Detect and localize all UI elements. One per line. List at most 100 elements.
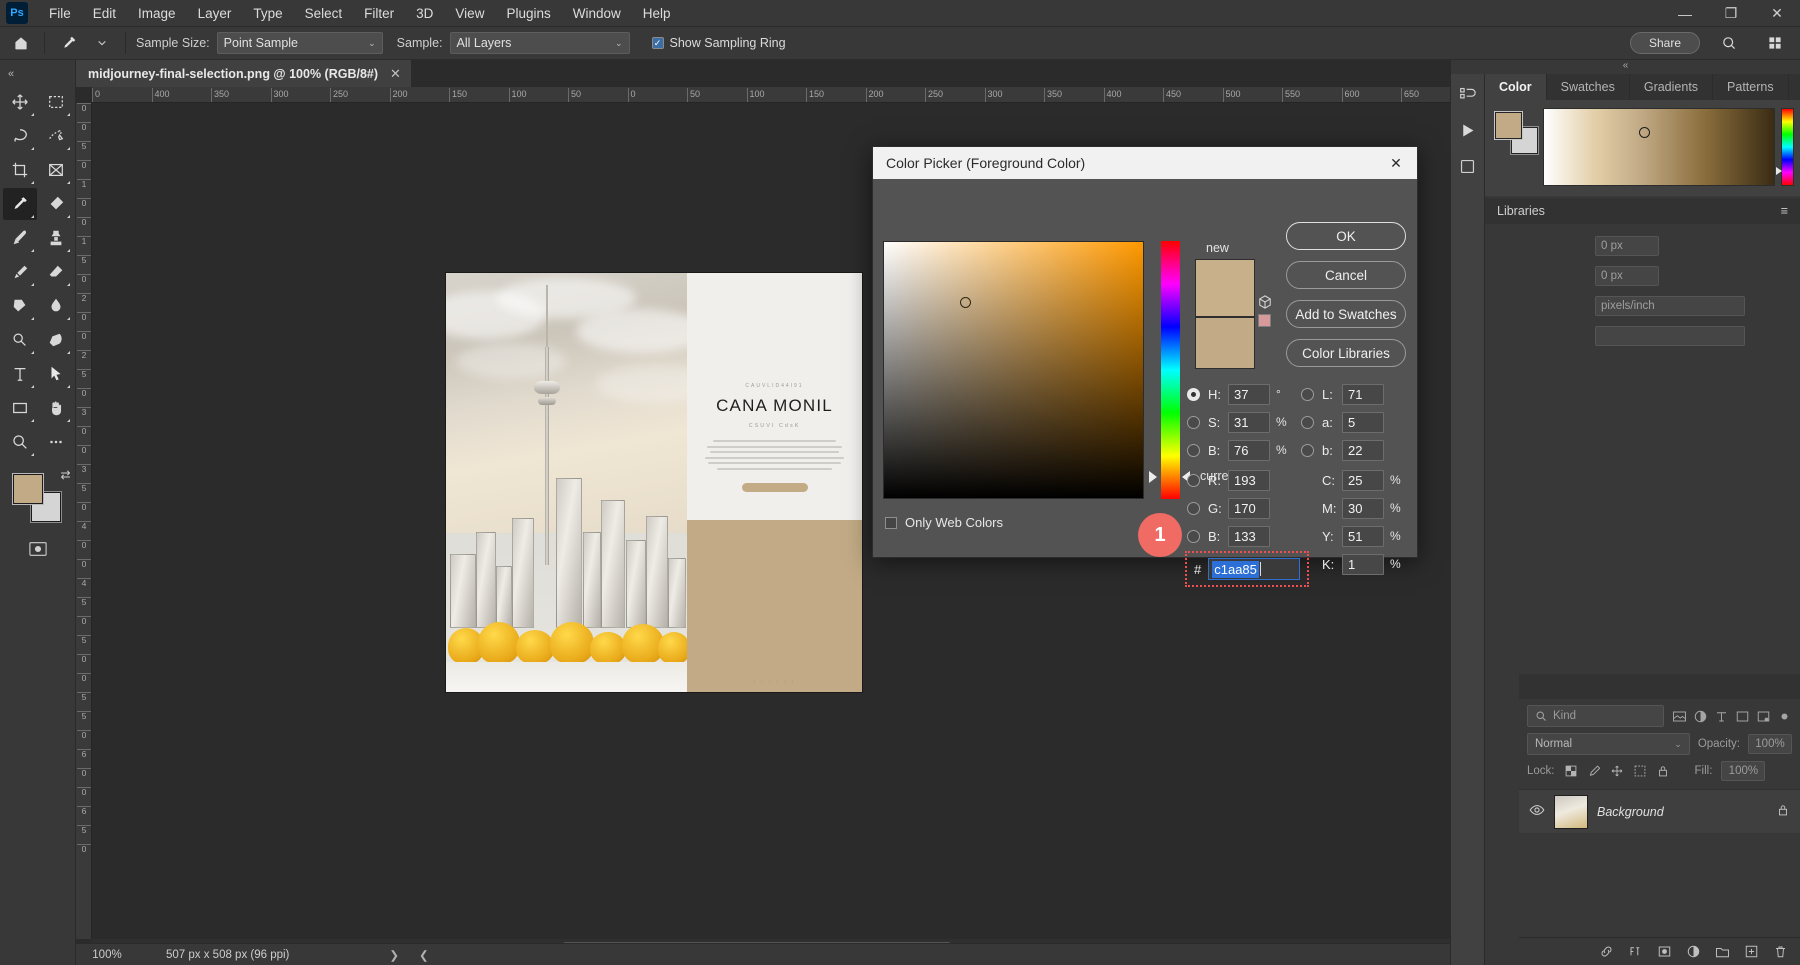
dodge-tool[interactable] xyxy=(3,324,37,356)
menu-edit[interactable]: Edit xyxy=(82,2,127,25)
tab-patterns[interactable]: Patterns xyxy=(1713,74,1789,100)
hue-slider-handle-left-icon[interactable] xyxy=(1149,471,1157,483)
close-icon[interactable]: ✕ xyxy=(390,66,401,82)
status-prev-icon[interactable]: ❮ xyxy=(409,948,439,962)
menu-select[interactable]: Select xyxy=(294,2,354,25)
new-adjustment-layer-icon[interactable] xyxy=(1686,944,1701,959)
dialog-titlebar[interactable]: Color Picker (Foreground Color) ✕ xyxy=(873,147,1417,179)
input-s[interactable]: 31 xyxy=(1228,412,1270,433)
input-a[interactable]: 5 xyxy=(1342,412,1384,433)
lock-position-icon[interactable] xyxy=(1610,764,1624,778)
fill-value[interactable]: 100% xyxy=(1721,761,1765,781)
property-value[interactable]: 0 px xyxy=(1595,266,1659,286)
radio-b-brightness[interactable] xyxy=(1187,444,1200,457)
hex-input[interactable]: c1aa85 xyxy=(1208,558,1300,580)
libraries-rail-icon[interactable] xyxy=(1455,154,1481,178)
rectangle-tool[interactable] xyxy=(3,392,37,424)
tab-swatches[interactable]: Swatches xyxy=(1547,74,1630,100)
current-color-swatch[interactable] xyxy=(1195,317,1255,369)
more-tools-icon[interactable] xyxy=(39,426,73,458)
input-y[interactable]: 51 xyxy=(1342,526,1384,547)
eraser-tool[interactable] xyxy=(39,256,73,288)
tab-color[interactable]: Color xyxy=(1485,74,1547,100)
actions-play-icon[interactable] xyxy=(1455,118,1481,142)
input-r[interactable]: 193 xyxy=(1228,470,1270,491)
input-c[interactable]: 25 xyxy=(1342,470,1384,491)
link-layers-icon[interactable] xyxy=(1599,944,1614,959)
lock-artboard-icon[interactable] xyxy=(1633,764,1647,778)
ruler-vertical[interactable]: 0050100150200250300350400450500550600650 xyxy=(76,103,92,939)
lasso-tool[interactable] xyxy=(3,120,37,152)
share-button[interactable]: Share xyxy=(1630,32,1700,54)
color-ramp[interactable] xyxy=(1543,108,1775,186)
menu-image[interactable]: Image xyxy=(127,2,187,25)
gradient-tool[interactable] xyxy=(3,290,37,322)
radio-h[interactable] xyxy=(1187,388,1200,401)
swap-colors-icon[interactable]: ⇄ xyxy=(60,468,70,482)
tab-gradients[interactable]: Gradients xyxy=(1630,74,1713,100)
layer-filter-kind[interactable]: Kind xyxy=(1527,705,1664,727)
lock-image-pixels-icon[interactable] xyxy=(1587,764,1601,778)
input-l[interactable]: 71 xyxy=(1342,384,1384,405)
status-expand-icon[interactable]: ❯ xyxy=(379,948,409,962)
menu-type[interactable]: Type xyxy=(242,2,293,25)
input-h[interactable]: 37 xyxy=(1228,384,1270,405)
new-group-icon[interactable] xyxy=(1715,944,1730,959)
history-brush-tool[interactable] xyxy=(3,256,37,288)
input-m[interactable]: 30 xyxy=(1342,498,1384,519)
menu-layer[interactable]: Layer xyxy=(187,2,243,25)
input-g[interactable]: 170 xyxy=(1228,498,1270,519)
table-row[interactable]: Background xyxy=(1519,789,1800,833)
radio-l[interactable] xyxy=(1301,388,1314,401)
sample-select[interactable]: All Layers ⌄ xyxy=(450,32,630,54)
menu-3d[interactable]: 3D xyxy=(405,2,444,25)
sv-field-cursor[interactable] xyxy=(960,297,971,308)
hue-slider[interactable] xyxy=(1161,241,1180,499)
input-k[interactable]: 1 xyxy=(1342,554,1384,575)
close-icon[interactable]: ✕ xyxy=(1381,148,1411,178)
menu-plugins[interactable]: Plugins xyxy=(495,2,561,25)
hue-strip-panel[interactable] xyxy=(1781,108,1794,186)
workspace-grid-icon[interactable] xyxy=(1758,29,1792,57)
panel-collapse-icon[interactable]: « xyxy=(1451,60,1800,74)
ok-button[interactable]: OK xyxy=(1286,222,1406,250)
layer-visibility-icon[interactable] xyxy=(1529,802,1545,821)
input-b-blue[interactable]: 133 xyxy=(1228,526,1270,547)
input-b-lab[interactable]: 22 xyxy=(1342,440,1384,461)
eyedropper-tool[interactable] xyxy=(3,188,37,220)
pen-tool[interactable] xyxy=(39,324,73,356)
sample-size-select[interactable]: Point Sample ⌄ xyxy=(217,32,383,54)
radio-b-lab[interactable] xyxy=(1301,444,1314,457)
document-tab[interactable]: midjourney-final-selection.png @ 100% (R… xyxy=(76,60,412,87)
panel-foreground-swatch[interactable] xyxy=(1495,112,1522,139)
radio-a[interactable] xyxy=(1301,416,1314,429)
only-web-colors-checkbox[interactable]: Only Web Colors xyxy=(885,515,1003,530)
move-tool[interactable] xyxy=(3,86,37,118)
minimize-icon[interactable]: — xyxy=(1662,0,1708,27)
web-safe-warning-swatch[interactable] xyxy=(1258,314,1271,327)
radio-r[interactable] xyxy=(1187,474,1200,487)
input-b-brightness[interactable]: 76 xyxy=(1228,440,1270,461)
color-picker-dialog[interactable]: Color Picker (Foreground Color) ✕ Only W… xyxy=(872,146,1418,558)
foreground-color-swatch[interactable] xyxy=(13,474,43,504)
property-value-empty[interactable] xyxy=(1595,326,1745,346)
close-icon[interactable]: ✕ xyxy=(1754,0,1800,27)
blur-tool[interactable] xyxy=(39,290,73,322)
poster-artwork[interactable]: CAUVLID44I91 CANA MONIL CSUVI CdsK xyxy=(446,273,862,692)
frame-tool[interactable] xyxy=(39,154,73,186)
eyedropper-icon[interactable] xyxy=(51,29,85,57)
type-tool[interactable] xyxy=(3,358,37,390)
layer-name[interactable]: Background xyxy=(1597,805,1767,819)
menu-help[interactable]: Help xyxy=(632,2,682,25)
toolbar-collapse-icon[interactable]: « xyxy=(8,68,14,80)
add-to-swatches-button[interactable]: Add to Swatches xyxy=(1286,300,1406,328)
layer-style-fx-icon[interactable] xyxy=(1628,944,1643,959)
add-layer-mask-icon[interactable] xyxy=(1657,944,1672,959)
tool-preset-chevron-down-icon[interactable] xyxy=(85,29,119,57)
resolution-unit-value[interactable]: pixels/inch xyxy=(1595,296,1745,316)
color-libraries-button[interactable]: Color Libraries xyxy=(1286,339,1406,367)
saturation-brightness-field[interactable] xyxy=(883,241,1144,499)
menu-view[interactable]: View xyxy=(444,2,495,25)
maximize-icon[interactable]: ❐ xyxy=(1708,0,1754,27)
home-icon[interactable] xyxy=(4,29,38,57)
